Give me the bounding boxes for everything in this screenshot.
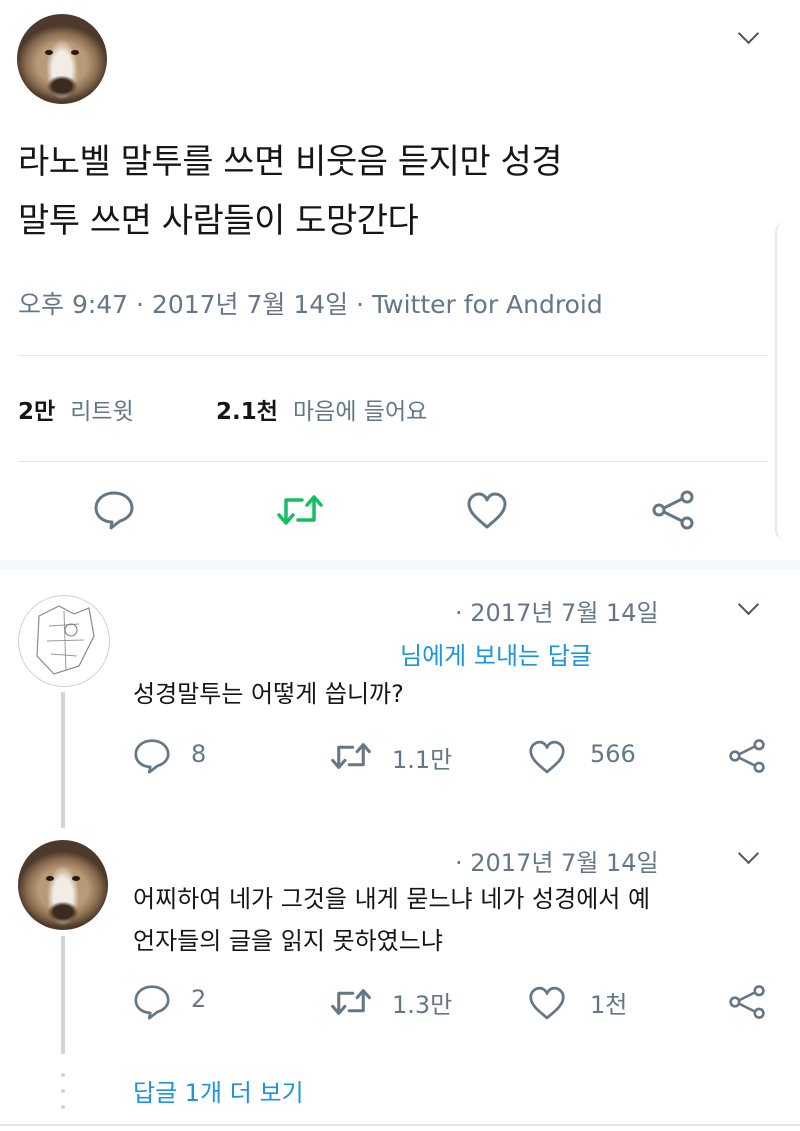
share-icon[interactable] [651, 490, 695, 530]
chevron-down-icon[interactable] [737, 842, 760, 865]
thread-line [61, 692, 65, 828]
avatar-eye [45, 50, 53, 55]
share-icon[interactable] [728, 738, 766, 774]
reply1-text: 성경말투는 어떻게 씁니까? [133, 680, 404, 708]
like-icon[interactable] [466, 492, 508, 530]
show-more-replies-link[interactable]: 답글 1개 더 보기 [133, 1073, 304, 1108]
section-separator [0, 560, 800, 570]
reply2-like-count: 1천 [590, 991, 628, 1019]
bottom-border [0, 1124, 800, 1126]
reply1-like-count: 566 [590, 740, 636, 768]
likes-label: 마음에 들어요 [293, 399, 428, 425]
like-icon[interactable] [528, 740, 566, 775]
reply1-retweet-count: 1.1만 [392, 746, 453, 774]
reply-icon[interactable] [133, 738, 171, 774]
reply1-avatar[interactable] [18, 595, 110, 687]
tweet-text-line1: 라노벨 말투를 쓰면 비웃음 듣지만 성경 [18, 142, 563, 182]
tweet-text-line2: 말투 쓰면 사람들이 도망간다 [18, 201, 419, 241]
reply-icon[interactable] [133, 984, 171, 1020]
reply2-avatar[interactable] [18, 840, 108, 930]
retweets-stat[interactable]: 2만 리트윗 [18, 392, 134, 426]
retweets-label: 리트윗 [70, 399, 134, 425]
like-icon[interactable] [528, 986, 566, 1021]
tweet-meta: 오후 9:47 · 2017년 7월 14일 · Twitter for And… [18, 290, 603, 319]
chevron-down-icon[interactable] [737, 593, 760, 616]
retweets-count: 2만 [18, 399, 56, 425]
reply2-text-line2: 언자들의 글을 읽지 못하였느냐 [133, 927, 443, 955]
thread-dot [61, 1073, 65, 1077]
retweet-icon[interactable] [330, 986, 372, 1018]
sketch-avatar-image [36, 605, 95, 675]
chevron-down-icon[interactable] [737, 22, 760, 45]
divider [18, 355, 768, 356]
avatar-eye [71, 50, 79, 55]
thread-dot [61, 1105, 65, 1109]
reply1-date: · 2017년 7월 14일 [455, 599, 659, 627]
retweet-icon[interactable] [330, 740, 372, 772]
reply1-reply-count: 8 [191, 740, 207, 768]
reply2-reply-count: 2 [191, 985, 207, 1013]
retweet-icon[interactable] [276, 492, 324, 528]
reply-icon[interactable] [93, 490, 135, 530]
share-icon[interactable] [728, 984, 766, 1020]
thread-line [61, 936, 65, 1054]
thread-dot [61, 1089, 65, 1093]
divider [18, 461, 768, 462]
avatar-eye [72, 876, 80, 881]
reply2-date: · 2017년 7월 14일 [455, 849, 659, 877]
likes-count: 2.1천 [216, 399, 278, 425]
avatar-eye [46, 876, 54, 881]
likes-stat[interactable]: 2.1천 마음에 들어요 [216, 392, 427, 426]
reply2-text-line1: 어찌하여 네가 그것을 내게 묻느냐 네가 성경에서 예 [133, 885, 651, 913]
author-avatar[interactable] [17, 14, 107, 104]
replying-to[interactable]: 님에게 보내는 답글 [400, 636, 592, 671]
reply2-retweet-count: 1.3만 [392, 991, 453, 1019]
scroll-edge [775, 222, 787, 540]
